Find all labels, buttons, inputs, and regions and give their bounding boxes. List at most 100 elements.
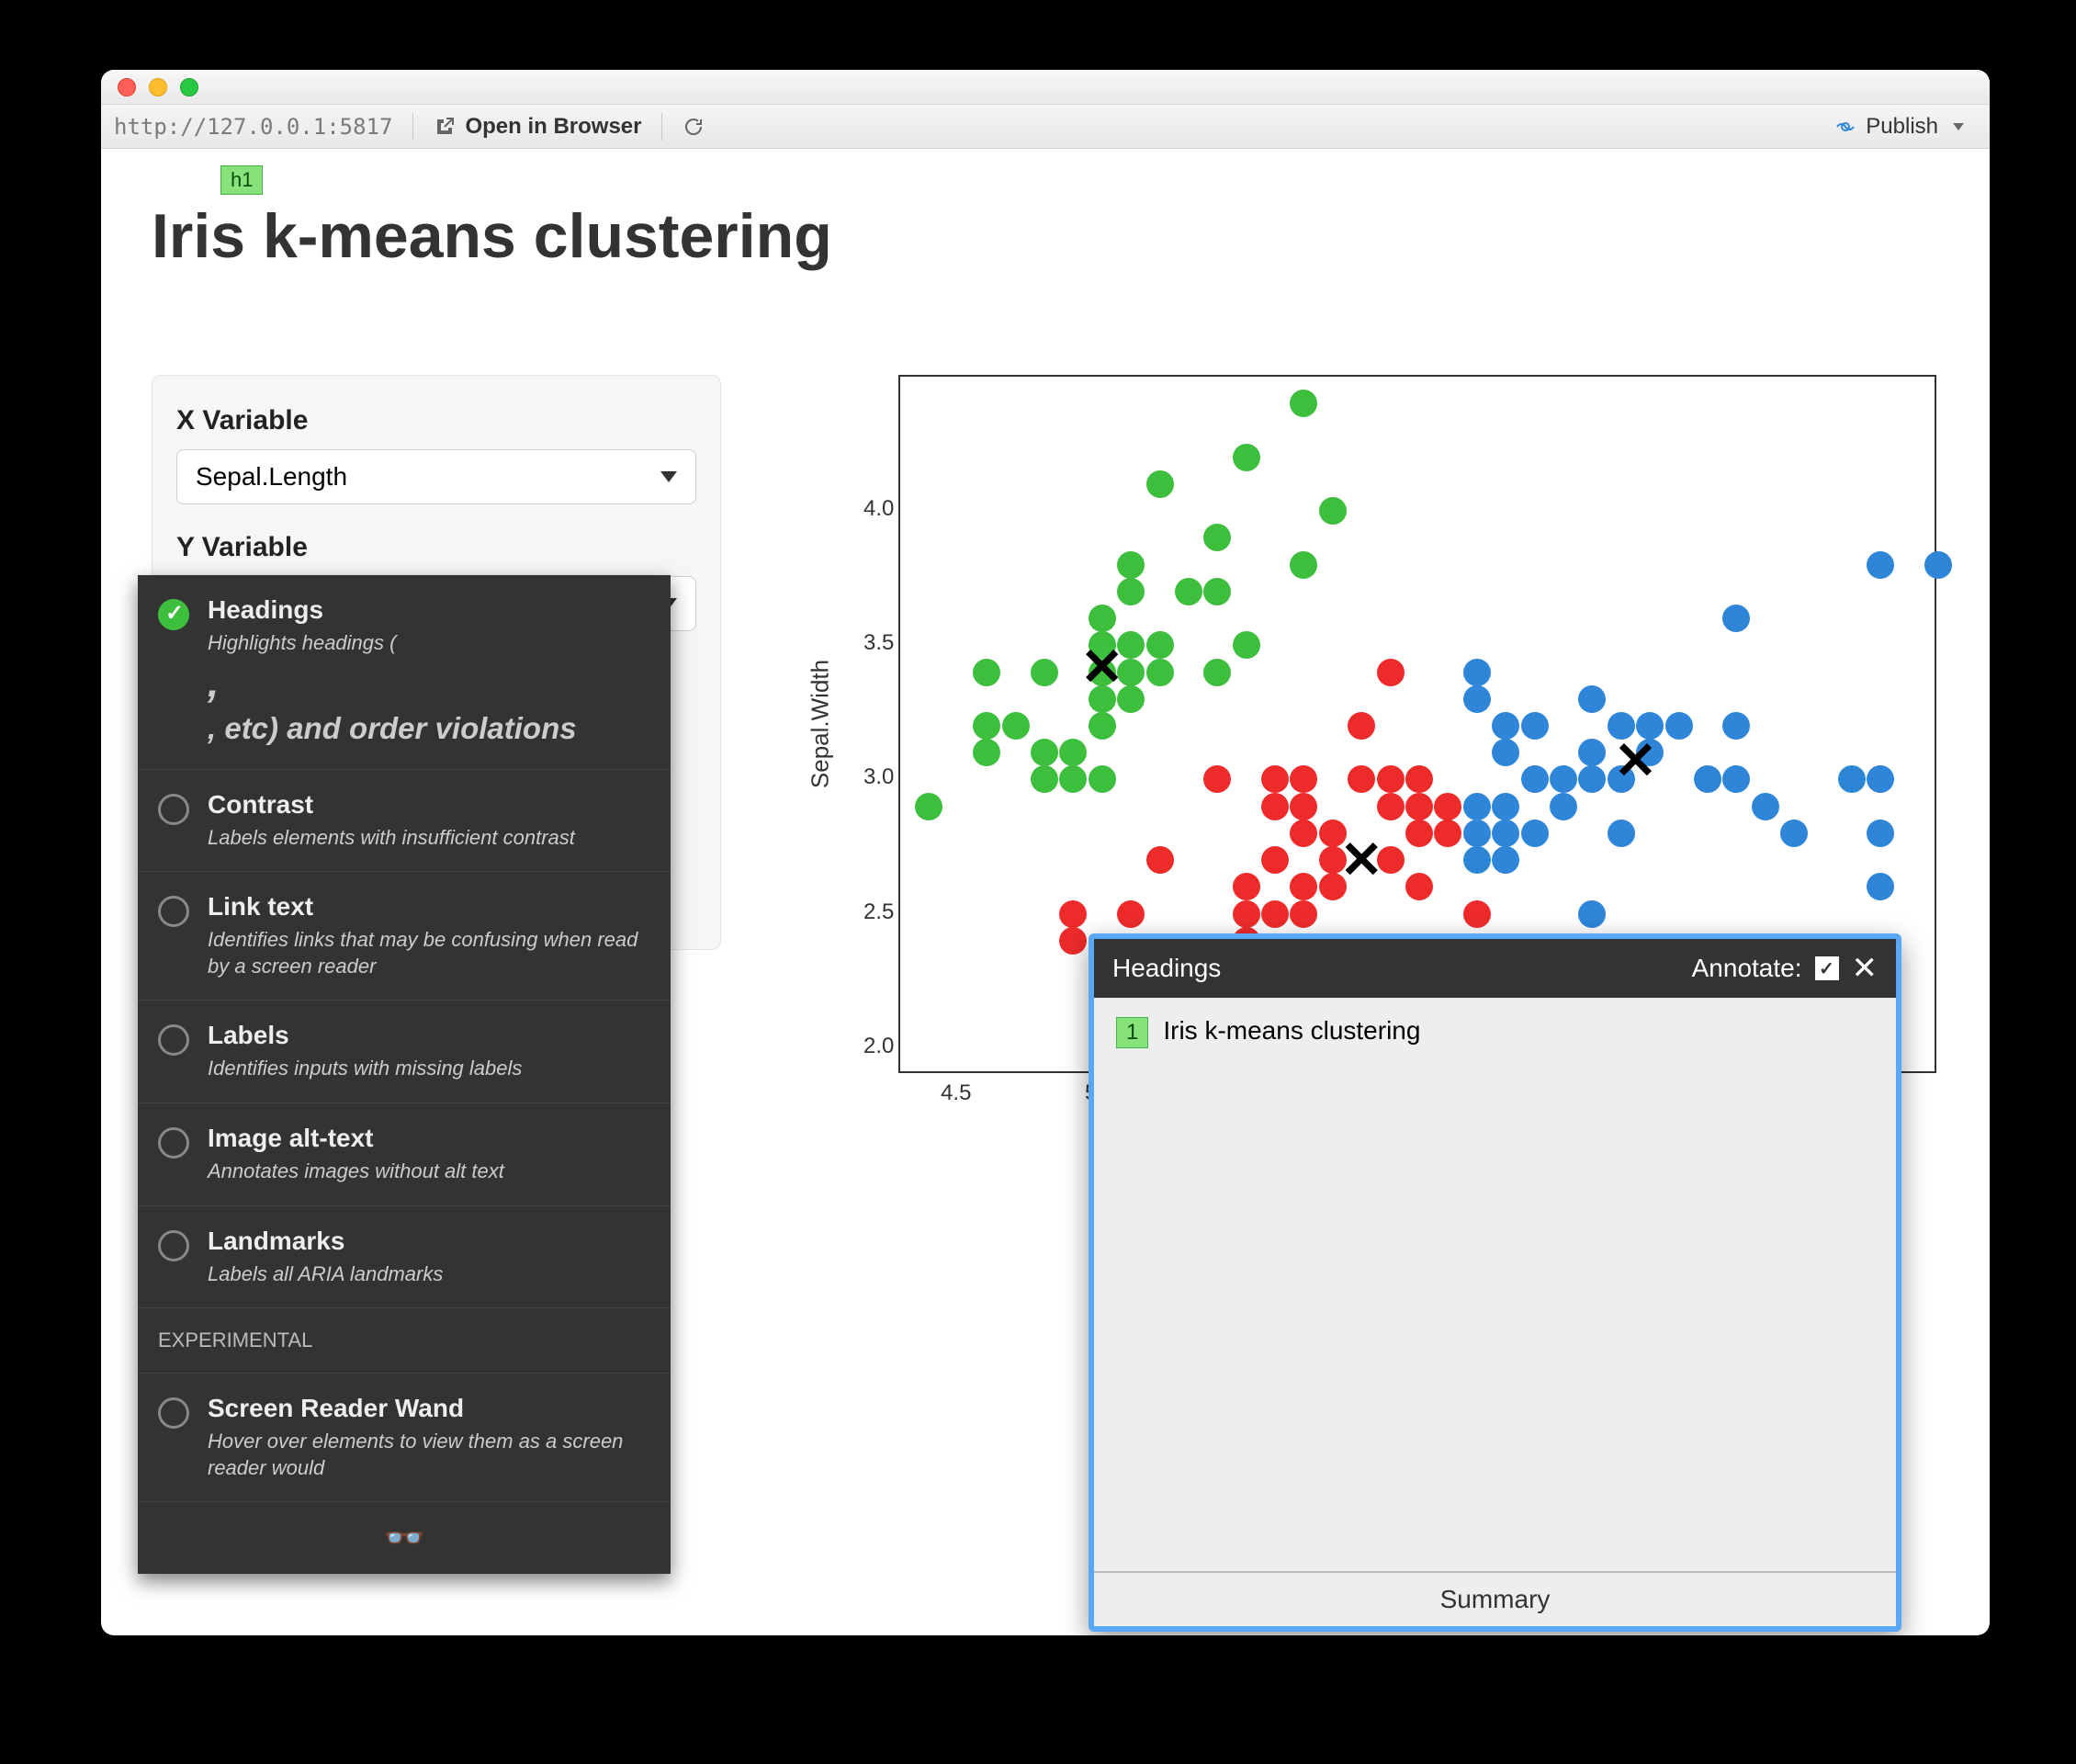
data-point — [1175, 578, 1202, 605]
tota11y-item-landmarks[interactable]: LandmarksLabels all ARIA landmarks — [138, 1206, 671, 1309]
data-point — [973, 739, 1000, 766]
address-text: http://127.0.0.1:5817 — [101, 114, 405, 140]
data-point — [1319, 497, 1347, 525]
data-point — [1059, 765, 1087, 793]
data-point — [1550, 793, 1577, 820]
data-point — [1752, 793, 1779, 820]
headings-panel-header[interactable]: Headings Annotate: ✓ ✕ — [1094, 939, 1896, 998]
y-variable-label: Y Variable — [176, 532, 696, 563]
headings-panel[interactable]: Headings Annotate: ✓ ✕ 1Iris k-means clu… — [1089, 933, 1901, 1632]
data-point — [1290, 793, 1317, 820]
radio-icon — [158, 1127, 189, 1159]
radio-icon — [158, 794, 189, 825]
close-icon[interactable]: ✕ — [1852, 950, 1879, 987]
x-tick-label: 4.5 — [941, 1080, 971, 1106]
tota11y-item-contrast[interactable]: ContrastLabels elements with insufficien… — [138, 770, 671, 873]
tota11y-item-headings[interactable]: HeadingsHighlights headings (, , etc) an… — [138, 575, 671, 770]
data-point — [1203, 765, 1231, 793]
data-point — [1405, 873, 1433, 900]
annotate-checkbox[interactable]: ✓ — [1815, 956, 1839, 980]
tota11y-toggle[interactable]: 👓 — [138, 1502, 671, 1574]
publish-icon — [1834, 116, 1856, 138]
data-point — [1233, 900, 1260, 928]
data-point — [1578, 739, 1606, 766]
menu-item-title: Link text — [208, 892, 650, 922]
menu-item-desc: Labels all ARIA landmarks — [208, 1261, 443, 1288]
annotate-label: Annotate: — [1692, 954, 1802, 983]
headings-list: 1Iris k-means clustering — [1094, 998, 1896, 1067]
data-point — [1492, 793, 1519, 820]
data-point — [1492, 846, 1519, 874]
data-point — [1089, 605, 1116, 632]
y-tick-label: 3.5 — [863, 630, 894, 656]
data-point — [1290, 551, 1317, 579]
tota11y-item-image-alt-text[interactable]: Image alt-text Annotates images without a… — [138, 1103, 671, 1206]
data-point — [1290, 390, 1317, 417]
data-point — [1348, 712, 1375, 740]
data-point — [1233, 444, 1260, 471]
y-tick-label: 3.0 — [863, 764, 894, 790]
window-maximize-button[interactable] — [180, 78, 198, 96]
chevron-down-icon — [1953, 123, 1964, 130]
data-point — [1867, 765, 1894, 793]
chevron-down-icon — [660, 471, 677, 482]
y-tick-label: 2.5 — [863, 899, 894, 925]
tota11y-item-link-text[interactable]: Link text Identifies links that may be co… — [138, 872, 671, 1001]
radio-icon — [158, 896, 189, 927]
divider — [412, 113, 413, 141]
data-point — [1463, 685, 1491, 713]
data-point — [1463, 793, 1491, 820]
tota11y-item-screen-reader-wand[interactable]: Screen Reader WandHover over elements to… — [138, 1374, 671, 1502]
menu-item-title: Image alt-text — [208, 1124, 504, 1153]
menu-item-desc: Annotates images without alt text — [208, 1159, 504, 1185]
data-point — [1117, 578, 1145, 605]
heading-entry[interactable]: 1Iris k-means clustering — [1116, 1016, 1874, 1048]
x-variable-select[interactable]: Sepal.Length — [176, 449, 696, 504]
summary-tab[interactable]: Summary — [1094, 1571, 1896, 1626]
data-point — [1838, 765, 1866, 793]
data-point — [1290, 820, 1317, 847]
y-axis-label: Sepal.Width — [807, 660, 835, 788]
radio-icon — [158, 1397, 189, 1429]
data-point — [1146, 659, 1174, 686]
data-point — [1405, 793, 1433, 820]
tota11y-item-labels[interactable]: LabelsIdentifies inputs with missing lab… — [138, 1001, 671, 1103]
radio-icon — [158, 599, 189, 630]
data-point — [1117, 900, 1145, 928]
data-point — [1867, 873, 1894, 900]
data-point — [1521, 712, 1549, 740]
menu-item-desc: Identifies links that may be confusing w… — [208, 927, 650, 979]
menu-item-desc: Hover over elements to view them as a sc… — [208, 1429, 650, 1481]
data-point — [1521, 765, 1549, 793]
data-point — [1608, 820, 1635, 847]
cluster-center-marker: ✕ — [1614, 730, 1657, 791]
publish-label: Publish — [1866, 114, 1938, 140]
page-title: Iris k-means clustering — [152, 200, 1962, 272]
menu-item-desc: Identifies inputs with missing labels — [208, 1056, 522, 1082]
data-point — [1492, 712, 1519, 740]
data-point — [1492, 820, 1519, 847]
data-point — [1233, 873, 1260, 900]
data-point — [1780, 820, 1808, 847]
data-point — [1261, 765, 1289, 793]
data-point — [1290, 765, 1317, 793]
glasses-icon: 👓 — [384, 1519, 425, 1557]
window-minimize-button[interactable] — [149, 78, 167, 96]
data-point — [1031, 765, 1058, 793]
data-point — [1261, 900, 1289, 928]
heading-text: Iris k-means clustering — [1163, 1016, 1420, 1045]
data-point — [1665, 712, 1693, 740]
data-point — [1463, 820, 1491, 847]
publish-button[interactable]: Publish — [1822, 110, 1977, 143]
open-in-browser-button[interactable]: Open in Browser — [421, 110, 654, 143]
page-content: h1 Iris k-means clustering X Variable Se… — [101, 149, 1990, 288]
data-point — [1089, 765, 1116, 793]
window-close-button[interactable] — [118, 78, 136, 96]
data-point — [915, 793, 942, 820]
data-point — [1694, 765, 1721, 793]
app-window: http://127.0.0.1:5817 Open in Browser Pu… — [101, 70, 1990, 1635]
reload-button[interactable] — [670, 112, 717, 141]
data-point — [1233, 631, 1260, 659]
data-point — [1578, 685, 1606, 713]
data-point — [1463, 900, 1491, 928]
